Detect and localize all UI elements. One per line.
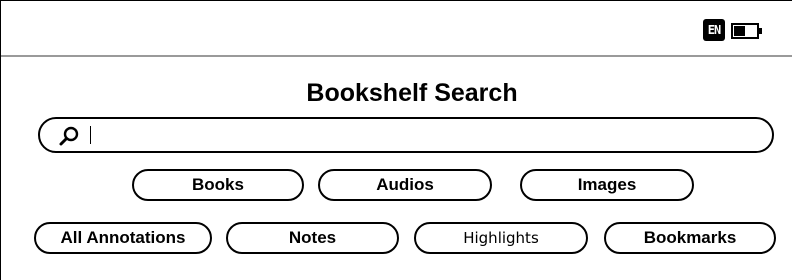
text-cursor [90,126,91,144]
battery-icon [731,23,762,39]
filter-books-button[interactable]: Books [132,169,304,201]
language-indicator[interactable]: EN [703,19,725,41]
filter-all-annotations-button[interactable]: All Annotations [34,222,212,254]
page-title: Bookshelf Search [306,79,518,107]
filter-audios-button[interactable]: Audios [318,169,492,201]
filter-bookmarks-button[interactable]: Bookmarks [604,222,776,254]
search-input[interactable] [38,117,774,153]
search-icon [59,126,79,146]
screen-frame: EN Bookshelf Search Books Audios Images … [0,0,792,280]
filter-notes-button[interactable]: Notes [226,222,399,254]
filter-images-button[interactable]: Images [520,169,694,201]
filter-highlights-button[interactable]: Highlights [414,222,588,254]
status-bar: EN [1,1,792,57]
